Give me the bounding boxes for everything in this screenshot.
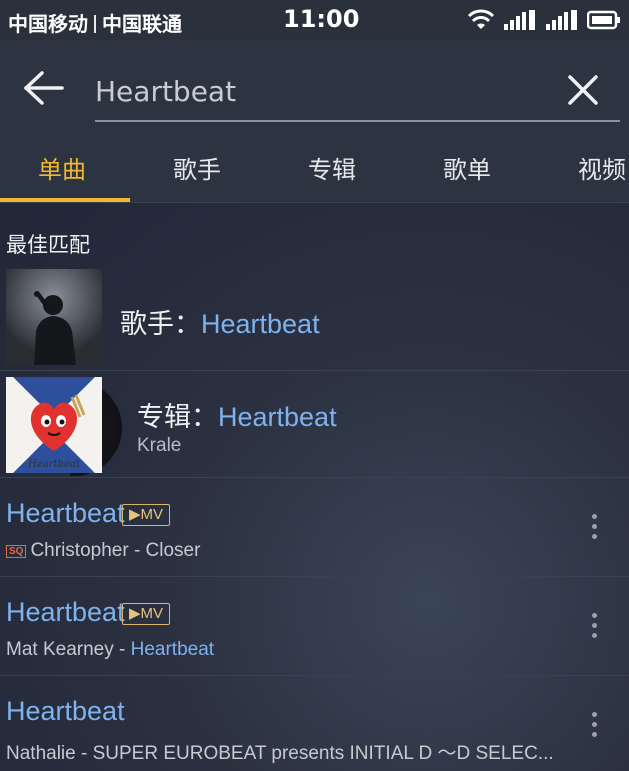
carrier-info: 中国移动 中国联通 [8,8,182,37]
search-header [0,40,629,136]
song-subtitle: Nathalie - SUPER EUROBEAT presents INITI… [6,743,554,764]
result-tabs: 单曲 歌手 专辑 歌单 视频 [0,136,629,203]
clock: 11:00 [283,5,360,33]
album-match-label: 专辑：Heartbeat [137,395,337,434]
carrier-separator [94,15,96,33]
clear-search-button[interactable] [565,72,601,108]
status-bar: 中国移动 中国联通 11:00 [0,0,629,40]
best-match-album[interactable]: Heartbeat 专辑：Heartbeat Krale [0,371,629,478]
more-vertical-icon [591,514,597,519]
battery-icon [587,10,620,30]
album-prefix: 专辑： [137,402,218,433]
search-input[interactable] [95,74,535,108]
artist-avatar [6,269,102,365]
album-cover: Heartbeat [6,377,102,473]
carrier-1-label: 中国移动 [8,12,88,36]
sq-quality-badge: SQ [6,545,27,558]
wifi-icon [467,9,495,29]
back-button[interactable] [22,70,66,106]
song-subtitle: Mat Kearney - Heartbeat [6,639,214,661]
song-title: Heartbeat [6,696,125,726]
search-results-screen: 中国移动 中国联通 11:00 Heartbeat 单曲 歌手 专辑 歌单 视频… [0,0,629,771]
status-icons [467,8,621,32]
signal-icon-2 [546,10,577,30]
more-vertical-icon [591,712,597,717]
best-match-artist[interactable]: 歌手：Heartbeat [0,266,629,371]
song-row[interactable]: Heartbeat ▶MV SQ Christopher - Closer [0,478,629,577]
mv-badge[interactable]: ▶MV [122,504,171,526]
carrier-2-label: 中国联通 [102,12,182,36]
tab-artists[interactable]: 歌手 [173,150,221,185]
album-artist: Krale [137,435,182,456]
album-name: Heartbeat [218,402,337,432]
play-icon: ▶ [129,506,141,523]
song-title: Heartbeat [6,498,125,528]
mv-label: MV [140,605,164,622]
mv-label: MV [140,506,164,523]
play-icon: ▶ [129,605,141,622]
mv-badge[interactable]: ▶MV [122,603,171,625]
song-title: Heartbeat [6,597,125,627]
close-icon [568,75,598,105]
signal-icon [504,10,535,30]
artist-name: Heartbeat [201,309,320,339]
song-row[interactable]: Heartbeat Nathalie - SUPER EUROBEAT pres… [0,676,629,771]
best-match-title: 最佳匹配 [6,233,90,257]
song-artist-album: Christopher - Closer [30,540,201,561]
tab-videos[interactable]: 视频 [578,150,626,185]
tab-playlists[interactable]: 歌单 [443,150,491,185]
search-underline [95,120,620,122]
arrow-left-icon [24,71,64,105]
song-artist: Mat Kearney - [6,639,131,660]
active-tab-indicator [0,198,130,202]
more-options-button[interactable] [584,613,604,645]
song-row[interactable]: Heartbeat ▶MV Mat Kearney - Heartbeat [0,577,629,676]
tab-albums[interactable]: 专辑 [308,150,356,185]
more-vertical-icon [591,613,597,618]
artist-match-label: 歌手：Heartbeat [120,302,320,341]
album-cover-title: Heartbeat [27,459,81,470]
more-options-button[interactable] [584,712,604,744]
artist-prefix: 歌手： [120,309,201,340]
heart-character-icon: Heartbeat [6,377,102,473]
song-subtitle: SQ Christopher - Closer [6,540,200,562]
singer-silhouette-icon [6,269,102,365]
song-album-link[interactable]: Heartbeat [131,639,214,660]
more-options-button[interactable] [584,514,604,546]
tab-songs[interactable]: 单曲 [38,150,86,185]
